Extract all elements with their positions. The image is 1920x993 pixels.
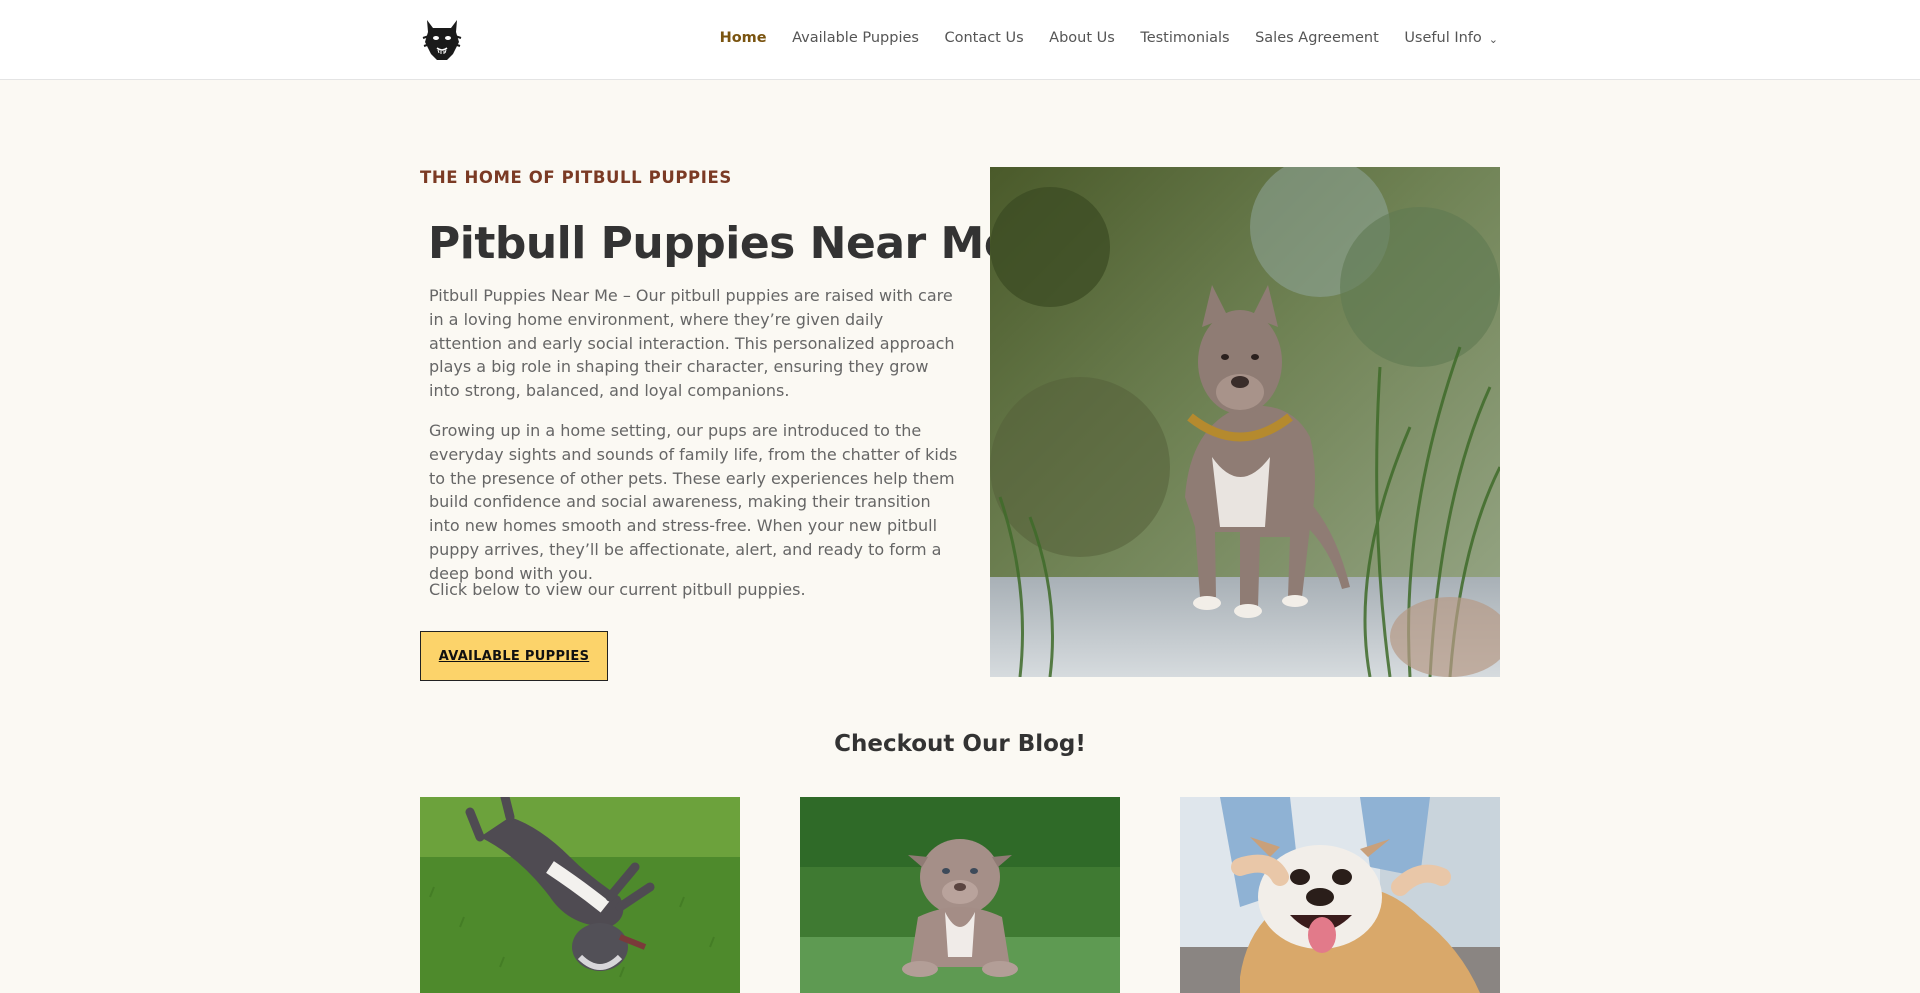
page-title: Pitbull Puppies Near Me [428, 218, 1014, 269]
pitbull-puppy-on-grass-photo[interactable] [800, 797, 1120, 993]
pitbull-standing-photo [990, 167, 1500, 677]
available-puppies-button[interactable]: AVAILABLE PUPPIES [420, 631, 608, 681]
hero-paragraph-1: Pitbull Puppies Near Me – Our pitbull pu… [429, 286, 955, 401]
pitbull-rolling-on-grass-photo[interactable] [420, 797, 740, 993]
blog-heading: Checkout Our Blog! [834, 731, 1086, 757]
hero-eyebrow: THE HOME OF PITBULL PUPPIES [420, 168, 732, 187]
nav-item-contact-us[interactable]: Contact Us [944, 30, 1023, 46]
nav-item-available-puppies[interactable]: Available Puppies [792, 30, 919, 46]
nav-item-about-us[interactable]: About Us [1049, 30, 1115, 46]
nav-item-useful-info[interactable]: Useful Info ⌄ [1404, 30, 1498, 46]
site-header: Home Available Puppies Contact Us About … [0, 0, 1920, 80]
main-nav: Home Available Puppies Contact Us About … [694, 30, 1498, 46]
nav-item-testimonials[interactable]: Testimonials [1140, 30, 1229, 46]
pitbull-head-logo-icon[interactable] [421, 16, 463, 64]
nav-item-home[interactable]: Home [720, 30, 767, 46]
nav-item-sales-agreement[interactable]: Sales Agreement [1255, 30, 1379, 46]
hero-paragraph-3: Click below to view our current pitbull … [429, 580, 806, 599]
chevron-down-icon: ⌄ [1488, 32, 1498, 46]
hero-paragraph-2: Growing up in a home setting, our pups a… [429, 421, 958, 583]
bulldog-at-vet-photo[interactable] [1180, 797, 1500, 993]
